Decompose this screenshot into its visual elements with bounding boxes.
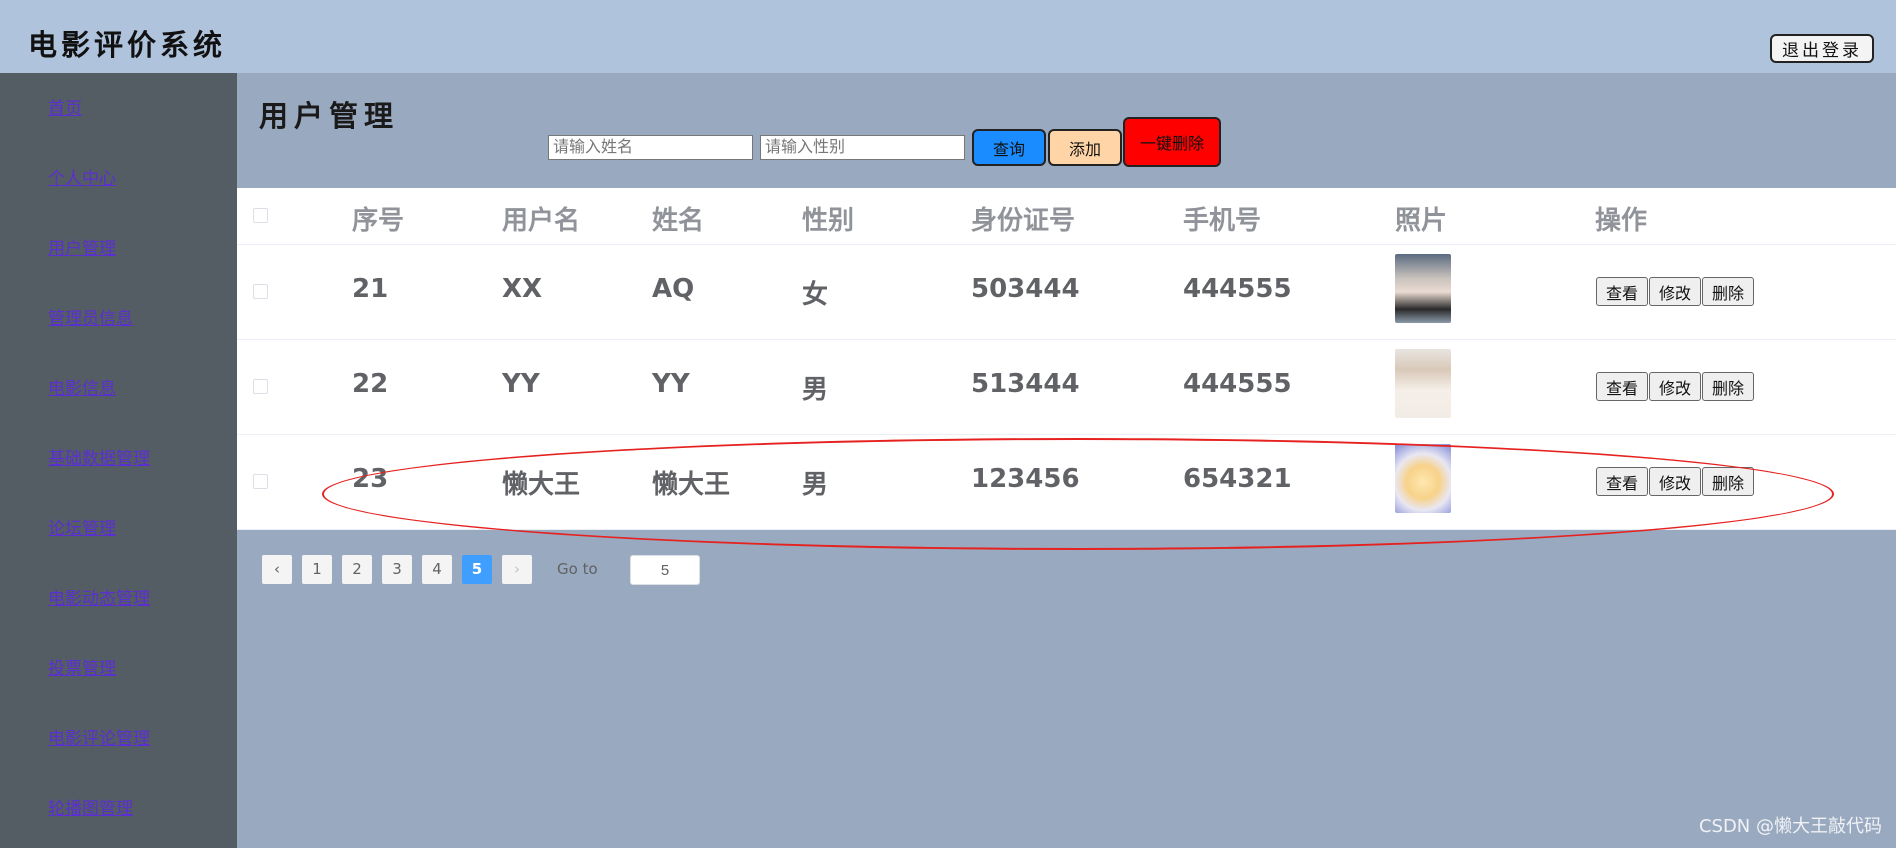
- page-title: 用户管理: [259, 99, 400, 133]
- name-search-input[interactable]: [548, 135, 753, 160]
- gender-search-input[interactable]: [760, 135, 965, 160]
- cell-id-card: 513444: [971, 369, 1080, 399]
- page-5-current[interactable]: 5: [462, 555, 492, 584]
- users-table: 序号 用户名 姓名 性别 身份证号 手机号 照片 操作 21 XX AQ 女 5…: [237, 188, 1896, 530]
- user-photo: [1395, 254, 1451, 323]
- cell-id-card: 123456: [971, 464, 1080, 494]
- logout-button[interactable]: 退出登录: [1770, 34, 1874, 63]
- header-gender: 性别: [802, 206, 855, 236]
- cell-username: 懒大王: [502, 470, 581, 500]
- delete-button[interactable]: 删除: [1702, 277, 1754, 306]
- view-button[interactable]: 查看: [1596, 277, 1648, 306]
- cell-id: 21: [352, 274, 389, 304]
- cell-gender: 男: [802, 375, 829, 405]
- row-checkbox[interactable]: [253, 474, 268, 489]
- app-title: 电影评价系统: [28, 28, 227, 62]
- page-4[interactable]: 4: [422, 555, 452, 584]
- prev-page-icon[interactable]: ‹: [262, 555, 292, 584]
- table-header-row: 序号 用户名 姓名 性别 身份证号 手机号 照片 操作: [237, 188, 1896, 245]
- table-row: 22 YY YY 男 513444 444555 查看 修改 删除: [237, 339, 1896, 435]
- user-photo: [1395, 349, 1451, 418]
- cell-name: YY: [652, 369, 690, 399]
- cell-gender: 女: [802, 280, 829, 310]
- table-row: 21 XX AQ 女 503444 444555 查看 修改 删除: [237, 244, 1896, 340]
- sidebar-item-votes[interactable]: 投票管理: [48, 654, 116, 679]
- table-row: 23 懒大王 懒大王 男 123456 654321 查看 修改 删除: [237, 434, 1896, 530]
- row-checkbox[interactable]: [253, 284, 268, 299]
- sidebar-item-forum[interactable]: 论坛管理: [48, 514, 116, 539]
- sidebar-item-users[interactable]: 用户管理: [48, 234, 116, 259]
- header-photo: 照片: [1395, 206, 1448, 236]
- cell-id: 22: [352, 369, 389, 399]
- goto-label: Go to: [557, 560, 598, 578]
- cell-username: YY: [502, 369, 540, 399]
- cell-id: 23: [352, 464, 389, 494]
- cell-name: AQ: [652, 274, 695, 304]
- header-id-card: 身份证号: [971, 206, 1076, 236]
- goto-page-input[interactable]: [630, 555, 700, 585]
- page-3[interactable]: 3: [382, 555, 412, 584]
- sidebar-item-admins[interactable]: 管理员信息: [48, 304, 133, 329]
- page-2[interactable]: 2: [342, 555, 372, 584]
- sidebar-item-base-data[interactable]: 基础数据管理: [48, 444, 150, 469]
- query-button[interactable]: 查询: [972, 129, 1046, 166]
- sidebar-item-movies[interactable]: 电影信息: [48, 374, 116, 399]
- page-1[interactable]: 1: [302, 555, 332, 584]
- delete-button[interactable]: 删除: [1702, 467, 1754, 496]
- cell-phone: 444555: [1183, 274, 1292, 304]
- header-username: 用户名: [502, 206, 581, 236]
- edit-button[interactable]: 修改: [1649, 277, 1701, 306]
- cell-gender: 男: [802, 470, 829, 500]
- row-checkbox[interactable]: [253, 379, 268, 394]
- sidebar-item-profile[interactable]: 个人中心: [48, 164, 116, 189]
- delete-button[interactable]: 删除: [1702, 372, 1754, 401]
- sidebar: 首页 个人中心 用户管理 管理员信息 电影信息 基础数据管理 论坛管理 电影动态…: [0, 73, 237, 848]
- select-all-checkbox[interactable]: [253, 208, 268, 223]
- edit-button[interactable]: 修改: [1649, 467, 1701, 496]
- edit-button[interactable]: 修改: [1649, 372, 1701, 401]
- user-photo: [1395, 444, 1451, 513]
- bulk-delete-button[interactable]: 一键删除: [1123, 117, 1221, 167]
- top-bar: 电影评价系统 退出登录: [0, 0, 1896, 73]
- cell-username: XX: [502, 274, 543, 304]
- cell-phone: 654321: [1183, 464, 1292, 494]
- view-button[interactable]: 查看: [1596, 467, 1648, 496]
- main-content: 用户管理 查询 添加 一键删除 序号 用户名 姓名 性别 身份证号 手机号 照片…: [237, 73, 1896, 848]
- cell-id-card: 503444: [971, 274, 1080, 304]
- header-phone: 手机号: [1183, 206, 1262, 236]
- sidebar-item-movie-news[interactable]: 电影动态管理: [48, 584, 150, 609]
- header-actions: 操作: [1595, 206, 1648, 236]
- header-id: 序号: [352, 206, 405, 236]
- sidebar-item-comments[interactable]: 电影评论管理: [48, 724, 150, 749]
- add-button[interactable]: 添加: [1048, 129, 1122, 166]
- header-name: 姓名: [652, 206, 705, 236]
- cell-name: 懒大王: [652, 470, 731, 500]
- sidebar-item-carousel[interactable]: 轮播图管理: [48, 794, 133, 819]
- watermark: CSDN @懒大王敲代码: [1698, 816, 1882, 837]
- cell-phone: 444555: [1183, 369, 1292, 399]
- next-page-icon[interactable]: ›: [502, 555, 532, 584]
- sidebar-item-home[interactable]: 首页: [48, 94, 82, 119]
- view-button[interactable]: 查看: [1596, 372, 1648, 401]
